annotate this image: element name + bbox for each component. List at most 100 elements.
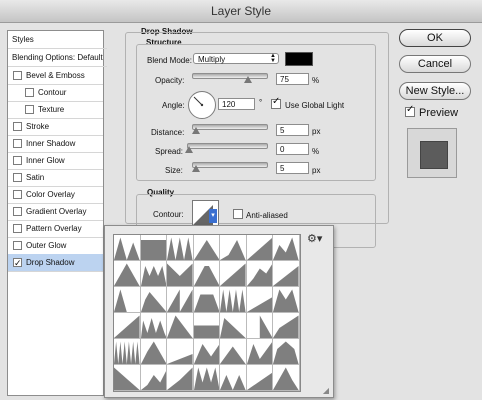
style-checkbox[interactable]	[13, 207, 22, 216]
contour-preset-icon[interactable]	[246, 261, 274, 287]
style-checkbox[interactable]	[13, 190, 22, 199]
angle-dial[interactable]	[188, 91, 216, 119]
contour-preset-icon[interactable]	[246, 235, 274, 261]
distance-slider[interactable]	[192, 124, 268, 130]
contour-preset-icon[interactable]	[140, 365, 168, 391]
contour-preset-icon[interactable]	[167, 339, 194, 365]
angle-label: Angle:	[162, 101, 185, 110]
style-item-label: Color Overlay	[26, 190, 75, 199]
contour-preset-icon[interactable]	[220, 235, 247, 261]
contour-preset-icon[interactable]	[220, 287, 247, 313]
blending-options-item[interactable]: Blending Options: Default	[8, 49, 107, 67]
opacity-slider[interactable]	[192, 73, 268, 79]
opacity-slider-thumb[interactable]	[243, 76, 252, 83]
contour-preset-icon[interactable]	[193, 261, 221, 287]
contour-preset-icon[interactable]	[114, 287, 141, 313]
distance-field[interactable]: 5	[276, 124, 309, 136]
contour-preset-icon[interactable]	[273, 235, 300, 261]
size-slider-thumb[interactable]	[192, 165, 200, 172]
style-checkbox[interactable]	[25, 88, 34, 97]
style-item-pattern-overlay[interactable]: Pattern Overlay	[8, 220, 103, 238]
spread-slider[interactable]	[187, 143, 268, 149]
size-unit: px	[312, 166, 321, 175]
cancel-button[interactable]: Cancel	[399, 55, 471, 73]
style-item-contour[interactable]: Contour	[8, 84, 103, 102]
contour-preset-icon[interactable]	[246, 287, 274, 313]
anti-aliased-checkbox[interactable]	[233, 209, 243, 219]
contour-preset-icon[interactable]	[193, 287, 221, 313]
contour-preset-icon[interactable]	[140, 287, 168, 313]
contour-preset-icon[interactable]	[193, 339, 221, 365]
style-item-texture[interactable]: Texture	[8, 101, 103, 119]
contour-preset-icon[interactable]	[140, 235, 168, 261]
contour-preset-icon[interactable]	[140, 339, 168, 365]
contour-preset-icon[interactable]	[114, 313, 141, 339]
contour-preset-icon[interactable]	[246, 339, 274, 365]
style-checkbox[interactable]	[13, 255, 22, 271]
style-item-outer-glow[interactable]: Outer Glow	[8, 237, 103, 255]
opacity-field[interactable]: 75	[276, 73, 309, 85]
style-item-satin[interactable]: Satin	[8, 169, 103, 187]
contour-preset-icon[interactable]	[167, 235, 194, 261]
contour-preset-icon[interactable]	[220, 339, 247, 365]
style-item-inner-glow[interactable]: Inner Glow	[8, 152, 103, 170]
style-checkbox[interactable]	[13, 71, 22, 80]
angle-unit: °	[259, 98, 263, 107]
contour-preset-icon[interactable]	[193, 235, 221, 261]
style-item-bevel-emboss[interactable]: Bevel & Emboss	[8, 67, 103, 85]
style-checkbox[interactable]	[13, 139, 22, 148]
contour-preset-icon[interactable]	[167, 261, 194, 287]
contour-preset-icon[interactable]	[193, 313, 221, 339]
style-item-label: Gradient Overlay	[26, 207, 87, 216]
styles-header[interactable]: Styles	[8, 31, 107, 49]
contour-preset-icon[interactable]	[167, 313, 194, 339]
contour-preset-icon[interactable]	[114, 339, 141, 365]
new-style-button[interactable]: New Style...	[399, 82, 471, 100]
contour-preset-icon[interactable]	[246, 365, 274, 391]
contour-preset-icon[interactable]	[273, 287, 300, 313]
contour-preset-icon[interactable]	[114, 261, 141, 287]
size-field[interactable]: 5	[276, 162, 309, 174]
style-item-inner-shadow[interactable]: Inner Shadow	[8, 135, 103, 153]
style-item-stroke[interactable]: Stroke	[8, 118, 103, 136]
preview-checkbox[interactable]	[405, 104, 415, 117]
blend-mode-select[interactable]: Multiply ▲ ▼	[193, 53, 279, 64]
angle-field[interactable]: 120	[218, 98, 255, 110]
contour-preset-icon[interactable]	[140, 313, 168, 339]
spread-slider-thumb[interactable]	[185, 146, 193, 153]
style-checkbox[interactable]	[25, 105, 34, 114]
contour-preset-icon[interactable]	[220, 261, 247, 287]
style-checkbox[interactable]	[13, 241, 22, 250]
resize-grip-icon[interactable]: ◢	[323, 386, 329, 395]
use-global-light-checkbox[interactable]	[271, 96, 281, 109]
contour-preset-icon[interactable]	[114, 235, 141, 261]
contour-preset-icon[interactable]	[167, 287, 194, 313]
style-item-drop-shadow[interactable]: Drop Shadow	[8, 254, 103, 272]
contour-preset-icon[interactable]	[140, 261, 168, 287]
contour-preset-icon[interactable]	[220, 365, 247, 391]
contour-preset-icon[interactable]	[273, 365, 300, 391]
distance-slider-thumb[interactable]	[192, 127, 200, 134]
shadow-color-swatch[interactable]	[285, 52, 313, 66]
contour-dropdown-arrow-icon[interactable]: ▾	[209, 209, 217, 223]
contour-preset-icon[interactable]	[273, 261, 300, 287]
size-slider[interactable]	[192, 162, 268, 168]
contour-label: Contour:	[153, 210, 184, 219]
contour-preset-icon[interactable]	[220, 313, 247, 339]
contour-preset-icon[interactable]	[273, 339, 300, 365]
opacity-unit: %	[312, 76, 320, 85]
style-item-color-overlay[interactable]: Color Overlay	[8, 186, 103, 204]
style-checkbox[interactable]	[13, 173, 22, 182]
contour-preset-icon[interactable]	[273, 313, 300, 339]
gear-icon[interactable]: ⚙▾	[307, 232, 322, 245]
style-checkbox[interactable]	[13, 224, 22, 233]
contour-preset-icon[interactable]	[193, 365, 221, 391]
ok-button[interactable]: OK	[399, 29, 471, 47]
style-item-gradient-overlay[interactable]: Gradient Overlay	[8, 203, 103, 221]
spread-field[interactable]: 0	[276, 143, 309, 155]
contour-preset-icon[interactable]	[167, 365, 194, 391]
contour-preset-icon[interactable]	[114, 365, 141, 391]
contour-preset-icon[interactable]	[246, 313, 274, 339]
style-checkbox[interactable]	[13, 156, 22, 165]
style-checkbox[interactable]	[13, 122, 22, 131]
